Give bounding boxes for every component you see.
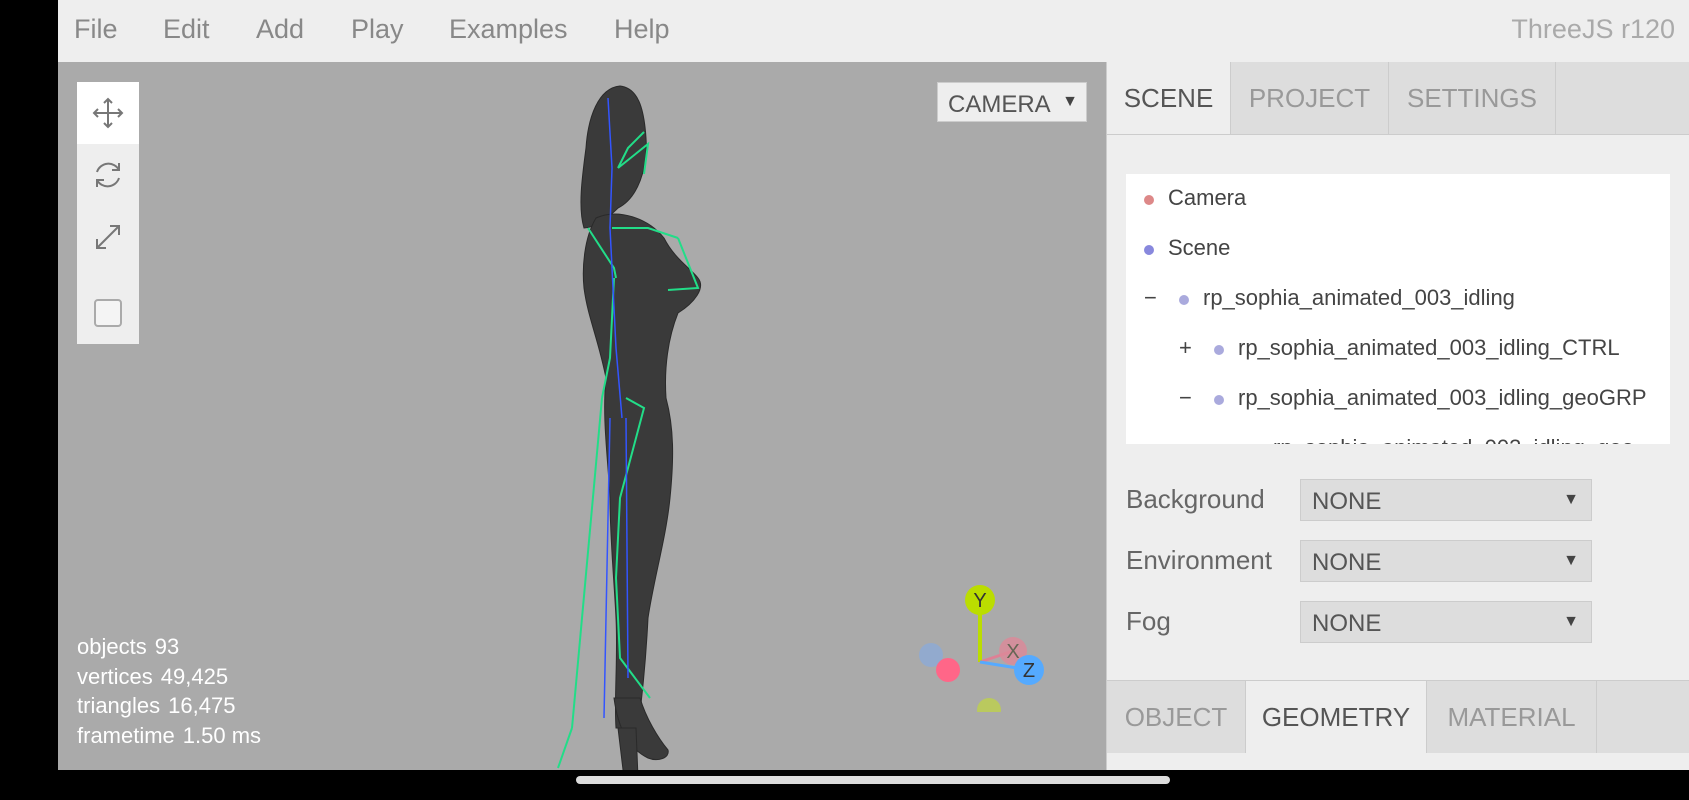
axis-z-label: Z bbox=[1023, 660, 1035, 682]
axis-x-label: X bbox=[1006, 641, 1019, 663]
tab-scene[interactable]: SCENE bbox=[1107, 62, 1231, 134]
sidebar-tabs: SCENE PROJECT SETTINGS bbox=[1107, 62, 1689, 135]
chevron-down-icon: ▼ bbox=[1563, 613, 1579, 630]
info-vertices: vertices 49,425 bbox=[77, 663, 229, 689]
local-space-checkbox[interactable] bbox=[77, 282, 139, 344]
version-label: ThreeJS r120 bbox=[1511, 14, 1675, 44]
menubar: File Edit Add Play Examples Help ThreeJS… bbox=[58, 0, 1689, 62]
environment-label: Environment bbox=[1126, 545, 1272, 575]
tab-geometry[interactable]: GEOMETRY bbox=[1246, 681, 1427, 753]
home-indicator[interactable] bbox=[576, 776, 1170, 784]
environment-value: NONE bbox=[1312, 549, 1382, 576]
scene-dot-icon bbox=[1144, 245, 1154, 255]
axis-neg-x[interactable] bbox=[936, 658, 960, 682]
render-info: objects 93 vertices 49,425 triangles 16,475… bbox=[77, 632, 261, 750]
transform-toolbar bbox=[77, 82, 139, 344]
rotate-icon bbox=[96, 162, 120, 188]
menu-help[interactable]: Help bbox=[614, 14, 670, 45]
menu-play[interactable]: Play bbox=[351, 14, 404, 45]
editor-app: File Edit Add Play Examples Help ThreeJS… bbox=[58, 0, 1689, 770]
object-dot-icon bbox=[1179, 295, 1189, 305]
properties-tabs: OBJECT GEOMETRY MATERIAL bbox=[1107, 680, 1689, 753]
axis-neg-y[interactable] bbox=[977, 698, 1001, 712]
menu-examples[interactable]: Examples bbox=[449, 14, 568, 45]
scale-icon bbox=[96, 225, 120, 249]
background-label: Background bbox=[1126, 484, 1265, 514]
info-triangles: triangles 16,475 bbox=[77, 693, 236, 718]
viewport[interactable]: CAMERA ▼ X Y Z objects 93 vertices 49,42… bbox=[58, 62, 1106, 770]
camera-select-value: CAMERA bbox=[948, 91, 1051, 118]
tab-project[interactable]: PROJECT bbox=[1231, 62, 1389, 134]
collapse-toggle[interactable]: − bbox=[1144, 285, 1157, 311]
environment-select[interactable]: NONE ▼ bbox=[1300, 540, 1592, 582]
view-gizmo[interactable]: X Y Z bbox=[913, 562, 1053, 712]
scene-outliner[interactable]: Camera Scene − rp_sophia_animated_003_id… bbox=[1126, 174, 1670, 444]
object-dot-icon bbox=[1214, 395, 1224, 405]
tab-settings[interactable]: SETTINGS bbox=[1389, 62, 1556, 134]
info-objects: objects 93 bbox=[77, 634, 180, 659]
fog-select[interactable]: NONE ▼ bbox=[1300, 601, 1592, 643]
fog-label: Fog bbox=[1126, 606, 1171, 636]
scale-button[interactable] bbox=[77, 206, 139, 268]
object-dot-icon bbox=[1214, 345, 1224, 355]
info-frametime: frametime 1.50 ms bbox=[77, 722, 262, 748]
checkbox-icon bbox=[94, 299, 122, 327]
menu-edit[interactable]: Edit bbox=[163, 14, 210, 45]
tab-object[interactable]: OBJECT bbox=[1107, 681, 1246, 753]
collapse-toggle[interactable]: − bbox=[1179, 385, 1192, 411]
axis-y-label: Y bbox=[973, 590, 986, 612]
camera-select[interactable]: CAMERA ▼ bbox=[937, 82, 1087, 122]
rotate-button[interactable] bbox=[77, 144, 139, 206]
character-model[interactable] bbox=[498, 78, 798, 770]
translate-button[interactable] bbox=[77, 82, 139, 144]
fog-value: NONE bbox=[1312, 610, 1382, 637]
chevron-down-icon: ▼ bbox=[1563, 552, 1579, 569]
chevron-down-icon: ▼ bbox=[1563, 491, 1579, 508]
background-value: NONE bbox=[1312, 488, 1382, 515]
chevron-down-icon: ▼ bbox=[1062, 93, 1078, 110]
menu-add[interactable]: Add bbox=[256, 14, 304, 45]
tab-material[interactable]: MATERIAL bbox=[1427, 681, 1597, 753]
translate-icon bbox=[92, 97, 124, 129]
menu-file[interactable]: File bbox=[74, 14, 118, 45]
expand-toggle[interactable]: + bbox=[1179, 335, 1192, 361]
camera-dot-icon bbox=[1144, 195, 1154, 205]
sidebar: SCENE PROJECT SETTINGS Camera Scene − rp… bbox=[1106, 62, 1689, 770]
background-select[interactable]: NONE ▼ bbox=[1300, 479, 1592, 521]
